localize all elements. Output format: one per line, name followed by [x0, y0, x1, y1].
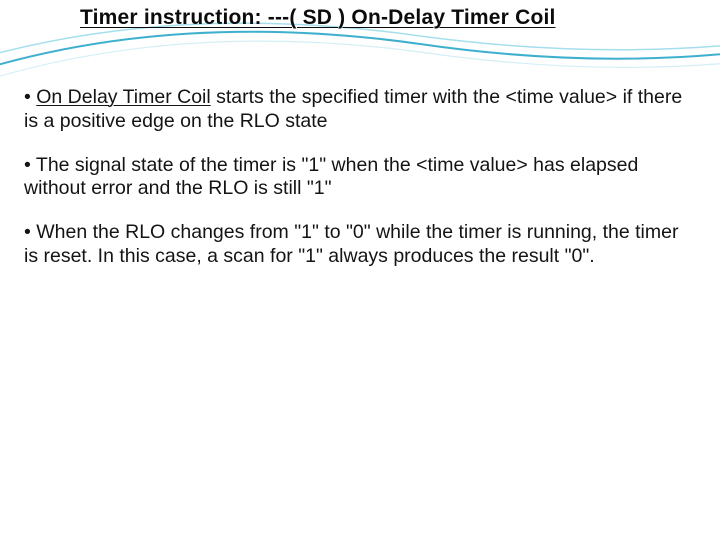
bullet-3: • When the RLO changes from "1" to "0" w…: [24, 221, 688, 269]
bullet-2-text: The signal state of the timer is "1" whe…: [24, 154, 638, 200]
bullet-1: • On Delay Timer Coil starts the specifi…: [24, 86, 688, 134]
bullet-2: • The signal state of the timer is "1" w…: [24, 154, 688, 202]
bullet-3-text: When the RLO changes from "1" to "0" whi…: [24, 221, 678, 267]
slide-title: Timer instruction: ---( SD ) On-Delay Ti…: [80, 6, 680, 30]
slide-body: • On Delay Timer Coil starts the specifi…: [24, 86, 688, 289]
bullet-1-lead: On Delay Timer Coil: [36, 86, 210, 108]
